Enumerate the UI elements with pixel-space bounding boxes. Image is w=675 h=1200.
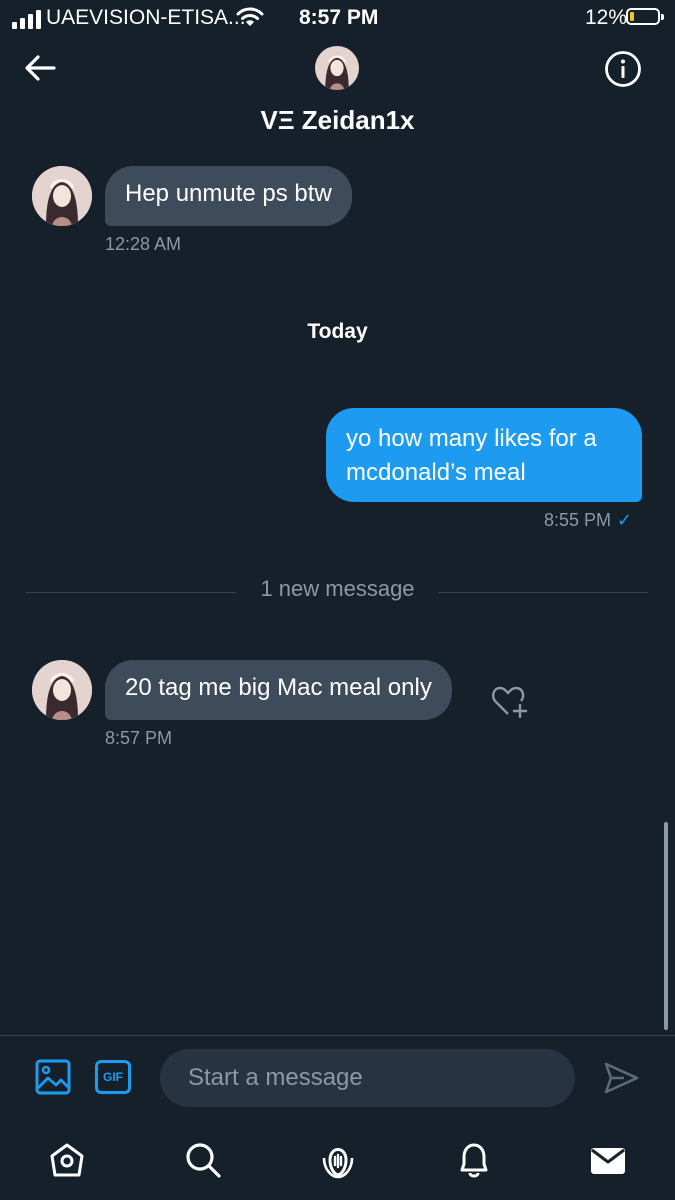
conversation-avatar[interactable] xyxy=(315,46,359,90)
read-check-icon: ✓ xyxy=(617,510,633,530)
home-icon[interactable] xyxy=(47,1140,87,1180)
send-icon[interactable] xyxy=(602,1060,640,1096)
notifications-icon[interactable] xyxy=(454,1140,494,1180)
messages-icon[interactable] xyxy=(588,1140,628,1180)
heart-plus-icon[interactable] xyxy=(490,683,530,719)
status-time: 8:57 PM xyxy=(299,6,379,29)
message-input[interactable] xyxy=(160,1049,575,1107)
carrier-name: UAEVISION-ETISA... xyxy=(46,6,246,29)
battery-icon xyxy=(626,8,664,25)
back-arrow-icon[interactable] xyxy=(22,52,58,84)
wifi-icon xyxy=(236,7,264,26)
gif-button[interactable]: GIF xyxy=(95,1060,131,1094)
message-bubble-incoming[interactable]: 20 tag me big Mac meal only xyxy=(105,660,452,720)
composer-divider xyxy=(0,1035,675,1036)
conversation-title: VΞ Zeidan1x xyxy=(260,105,415,135)
status-bar: UAEVISION-ETISA... 8:57 PM 12% xyxy=(0,0,675,40)
message-bubble-incoming[interactable]: Hep unmute ps btw xyxy=(105,166,352,226)
message-timestamp: 8:57 PM xyxy=(105,728,173,748)
sender-avatar[interactable] xyxy=(32,166,92,226)
battery-percent: 12% xyxy=(585,6,628,29)
message-timestamp: 12:28 AM xyxy=(105,234,182,254)
info-icon[interactable] xyxy=(604,50,642,88)
message-bubble-outgoing[interactable]: yo how many likes for a mcdonald’s meal xyxy=(326,408,642,502)
message-timestamp: 8:55 PM xyxy=(544,510,612,530)
signal-icon xyxy=(12,10,41,29)
message-meta: 8:55 PM ✓ xyxy=(544,510,632,531)
image-icon[interactable] xyxy=(34,1058,72,1096)
sender-avatar[interactable] xyxy=(32,660,92,720)
spaces-icon[interactable] xyxy=(318,1140,358,1180)
new-message-divider: 1 new message xyxy=(260,576,415,601)
scrollbar[interactable] xyxy=(664,822,668,1030)
search-icon[interactable] xyxy=(183,1140,223,1180)
date-separator: Today xyxy=(307,320,368,343)
